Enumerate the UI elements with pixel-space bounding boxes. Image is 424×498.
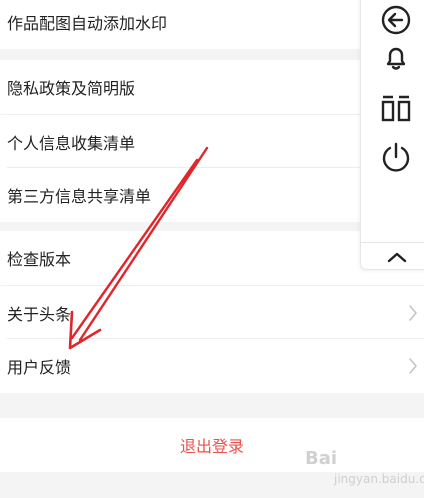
chevron-up-icon[interactable] [385,249,409,263]
chevron-right-icon [408,357,418,375]
row-label: 关于头条 [7,305,72,324]
settings-row-about[interactable]: 关于头条 [0,286,424,340]
row-label: 用户反馈 [7,358,72,377]
row-label: 第三方信息共享清单 [7,187,152,206]
row-label: 个人信息收集清单 [7,134,136,153]
power-icon[interactable] [379,140,413,174]
settings-row-feedback[interactable]: 用户反馈 [0,339,424,393]
row-label: 隐私政策及简明版 [7,79,136,98]
floating-tool-panel [360,0,424,270]
chevron-right-icon [408,304,418,322]
baidu-watermark: Bai [305,448,338,469]
logout-label: 退出登录 [179,437,244,456]
logout-button[interactable]: 退出登录 [0,418,424,472]
row-label: 作品配图自动添加水印 [7,14,168,33]
bell-icon[interactable] [379,40,413,74]
split-screen-icon[interactable] [379,92,413,126]
row-label: 检查版本 [7,250,72,269]
panel-divider [361,242,424,243]
back-circle-icon[interactable] [379,3,413,37]
baidu-watermark-url: jingyan.baidu.com [334,472,424,486]
